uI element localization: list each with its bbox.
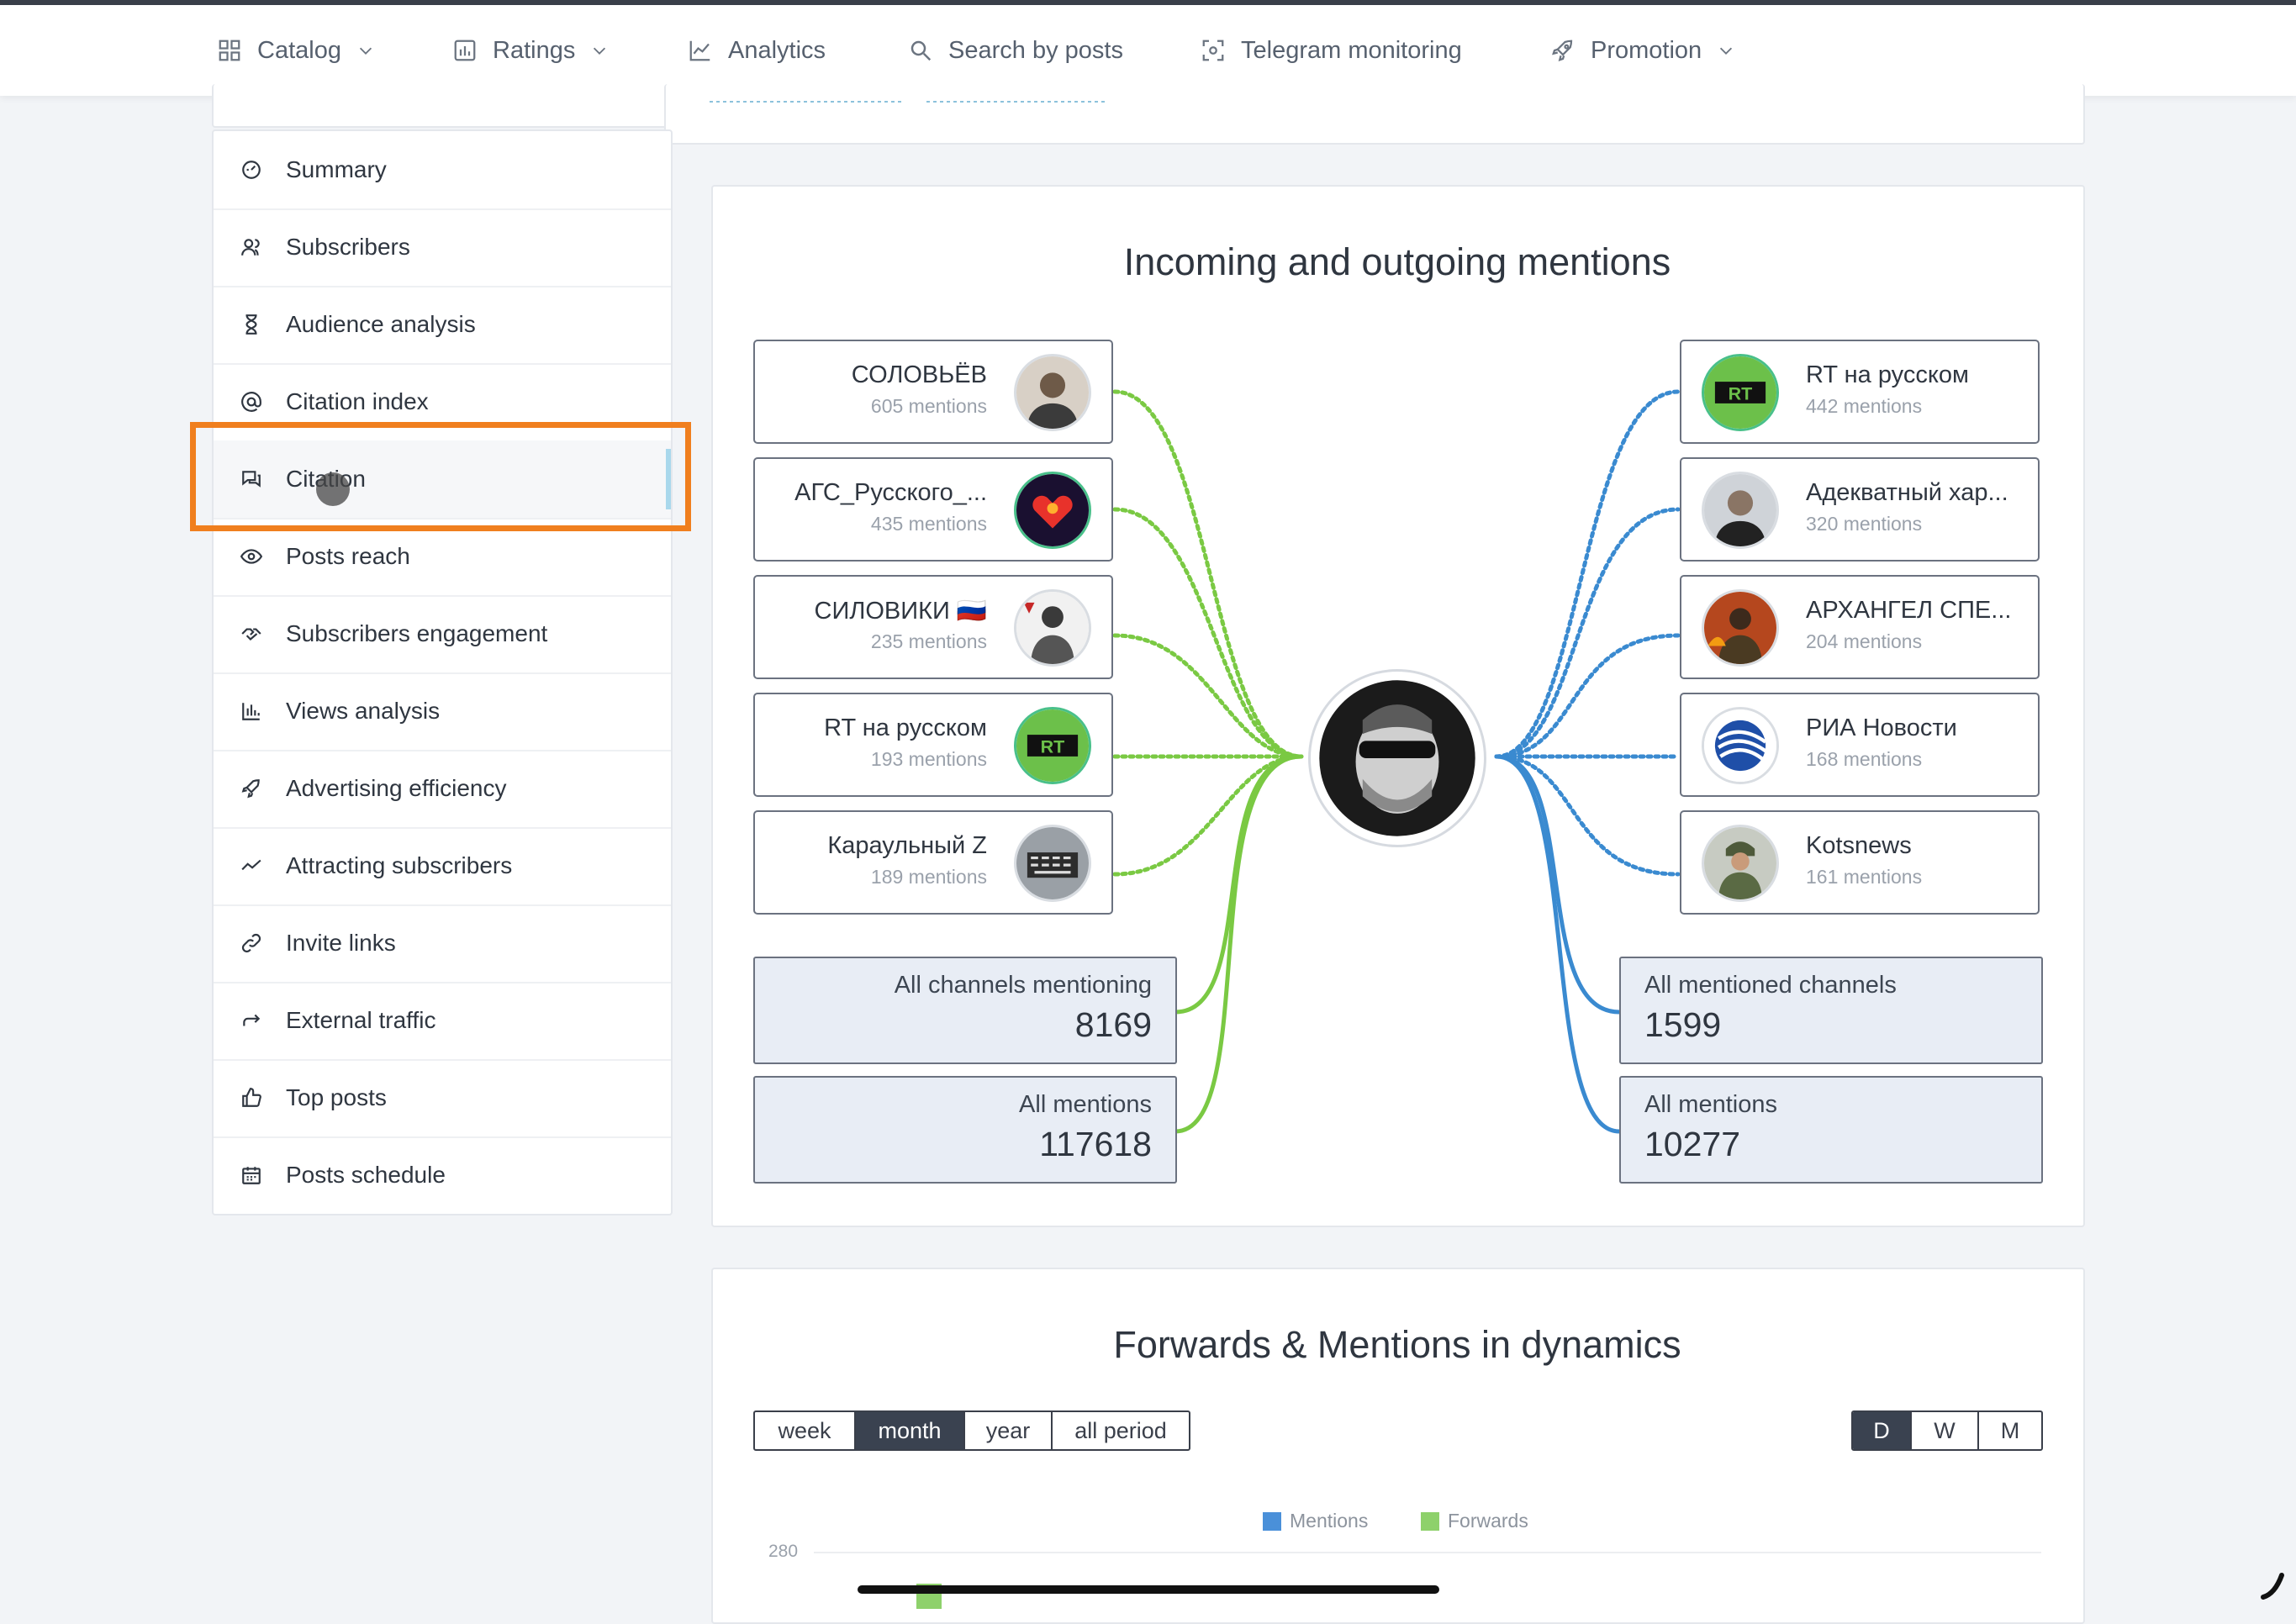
- granularity-month-button[interactable]: M: [1979, 1412, 2041, 1449]
- stat-label: All mentions: [1644, 1091, 1777, 1118]
- legend-mentions[interactable]: Mentions: [1263, 1510, 1368, 1532]
- svg-text:RT: RT: [1041, 737, 1065, 757]
- mention-count: 435 mentions: [870, 513, 987, 535]
- rt-logo-icon: RT: [1704, 356, 1776, 429]
- heart-logo-icon: [1016, 474, 1089, 546]
- stat-value: 8169: [1074, 1005, 1152, 1044]
- stat-value: 10277: [1644, 1125, 1741, 1163]
- channel-name: РИА Новости: [1806, 714, 1957, 741]
- channel-avatar: [1702, 825, 1779, 902]
- incoming-link-2: [1112, 507, 1304, 759]
- stat-label: All mentions: [1019, 1091, 1152, 1118]
- portrait-icon: [1016, 356, 1089, 429]
- period-week-button[interactable]: week: [755, 1412, 856, 1449]
- incoming-channel-card[interactable]: Караульный Z 189 mentions: [753, 810, 1113, 915]
- incoming-total-link-1: [1174, 754, 1302, 1015]
- outgoing-link-3: [1494, 633, 1681, 759]
- channel-avatar: [1702, 589, 1779, 667]
- legend-swatch: [1421, 1511, 1439, 1531]
- outgoing-channel-card[interactable]: РИА Новости 168 mentions: [1680, 693, 2040, 797]
- mention-count: 235 mentions: [870, 630, 987, 652]
- incoming-link-5: [1112, 754, 1304, 877]
- channel-avatar: [1702, 707, 1779, 784]
- channel-name: Адекватный хар...: [1806, 479, 2008, 506]
- all-channels-mentioning-box: All channels mentioning 8169: [753, 957, 1177, 1064]
- soldier-icon: [1016, 592, 1089, 664]
- outgoing-channel-card[interactable]: RT на русском 442 mentions RT: [1680, 340, 2040, 444]
- granularity-week-button[interactable]: W: [1912, 1412, 1979, 1449]
- channel-avatar: RT: [1014, 707, 1091, 784]
- period-all-button[interactable]: all period: [1053, 1412, 1189, 1449]
- incoming-link-3: [1112, 633, 1304, 759]
- granularity-selector: D W M: [1851, 1410, 2043, 1451]
- mention-count: 193 mentions: [870, 748, 987, 770]
- ria-logo-icon: [1704, 709, 1776, 782]
- keyboard-icon: [1016, 827, 1089, 899]
- channel-avatar: RT: [1702, 354, 1779, 431]
- center-channel-avatar[interactable]: [1308, 669, 1486, 847]
- channel-name: СИЛОВИКИ 🇷🇺: [814, 598, 987, 625]
- mention-count: 161 mentions: [1806, 866, 1923, 888]
- pencil-cursor-icon: [2261, 1573, 2284, 1600]
- incoming-channel-card[interactable]: СИЛОВИКИ 🇷🇺 235 mentions: [753, 575, 1113, 679]
- outgoing-channel-card[interactable]: АРХАНГЕЛ СПЕ... 204 mentions: [1680, 575, 2040, 679]
- channel-name: АГС_Русского_...: [794, 479, 987, 506]
- channel-avatar: [1702, 472, 1779, 549]
- legend-swatch: [1263, 1511, 1281, 1531]
- channel-avatar: [1014, 472, 1091, 549]
- incoming-channel-card[interactable]: АГС_Русского_... 435 mentions: [753, 457, 1113, 562]
- stat-label: All mentioned channels: [1644, 972, 1897, 999]
- period-year-button[interactable]: year: [965, 1412, 1053, 1449]
- svg-text:RT: RT: [1729, 384, 1753, 404]
- all-mentioned-channels-box: All mentioned channels 1599: [1619, 957, 2043, 1064]
- outgoing-total-link-1: [1496, 754, 1620, 1015]
- soldier-icon: [1704, 827, 1776, 899]
- channel-avatar: [1014, 589, 1091, 667]
- all-incoming-mentions-box: All mentions 117618: [753, 1076, 1177, 1184]
- granularity-day-button[interactable]: D: [1853, 1412, 1912, 1449]
- incoming-total-link-2: [1174, 754, 1302, 1134]
- rt-logo-icon: RT: [1016, 709, 1089, 782]
- mention-count: 204 mentions: [1806, 630, 1923, 652]
- channel-name: Kotsnews: [1806, 832, 1912, 859]
- incoming-channel-card[interactable]: RT на русском 193 mentions RT: [753, 693, 1113, 797]
- channel-avatar: [1014, 354, 1091, 431]
- stat-value: 1599: [1644, 1005, 1722, 1044]
- gridline: [814, 1552, 2041, 1553]
- portrait-icon: [1704, 474, 1776, 546]
- mention-count: 605 mentions: [870, 395, 987, 417]
- channel-name: СОЛОВЬЁВ: [851, 361, 987, 388]
- outgoing-total-link-2: [1496, 754, 1620, 1134]
- y-axis-tick: 280: [768, 1542, 799, 1561]
- mention-count: 442 mentions: [1806, 395, 1923, 417]
- mention-count: 320 mentions: [1806, 513, 1923, 535]
- stat-value: 117618: [1039, 1125, 1152, 1163]
- legend-label: Mentions: [1290, 1510, 1369, 1532]
- incoming-channel-card[interactable]: СОЛОВЬЁВ 605 mentions: [753, 340, 1113, 444]
- outgoing-channel-card[interactable]: Адекватный хар... 320 mentions: [1680, 457, 2040, 562]
- channel-name: АРХАНГЕЛ СПЕ...: [1806, 597, 2012, 624]
- stat-label: All channels mentioning: [894, 972, 1152, 999]
- channel-name: Караульный Z: [827, 832, 987, 859]
- mention-count: 189 mentions: [870, 866, 987, 888]
- channel-name: RT на русском: [824, 714, 987, 741]
- legend-label: Forwards: [1448, 1510, 1528, 1532]
- mention-count: 168 mentions: [1806, 748, 1923, 770]
- man-portrait-icon: [1319, 680, 1475, 836]
- legend-forwards[interactable]: Forwards: [1421, 1510, 1528, 1532]
- dynamics-title: Forwards & Mentions in dynamics: [1113, 1323, 1681, 1366]
- all-outgoing-mentions-box: All mentions 10277: [1619, 1076, 2043, 1184]
- channel-name: RT на русском: [1806, 361, 1969, 388]
- outgoing-channel-card[interactable]: Kotsnews 161 mentions: [1680, 810, 2040, 915]
- channel-avatar: [1014, 825, 1091, 902]
- home-indicator[interactable]: [858, 1585, 1439, 1594]
- period-selector: week month year all period: [753, 1410, 1190, 1451]
- incoming-link-1: [1112, 389, 1304, 759]
- outgoing-link-1: [1494, 389, 1681, 759]
- fire-soldier-icon: [1704, 592, 1776, 664]
- period-month-button[interactable]: month: [856, 1412, 965, 1449]
